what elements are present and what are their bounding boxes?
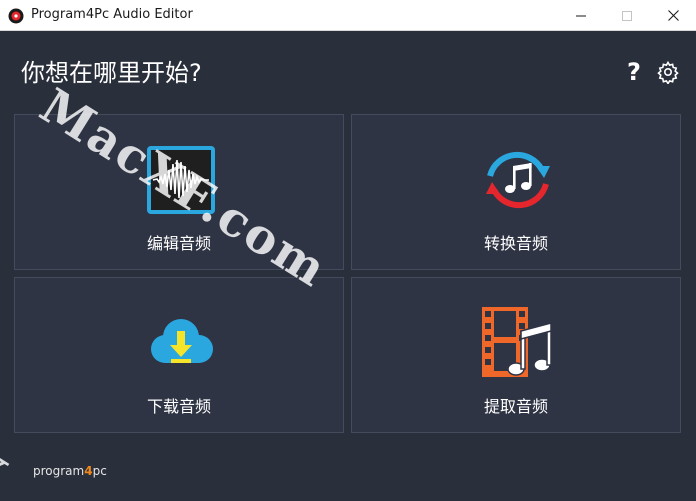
minimize-button[interactable] [558,0,604,31]
help-button[interactable]: ? [622,57,646,87]
waveform-icon [147,146,215,214]
help-icon: ? [627,58,641,86]
minimize-icon [576,15,586,16]
edit-audio-label: 编辑音频 [146,234,211,253]
download-audio-card[interactable]: 下载音频 [14,277,344,433]
convert-music-icon [486,151,550,209]
brand-prefix: program [33,464,85,478]
brand-digit: 4 [84,464,93,478]
convert-audio-label: 转换音频 [483,234,548,253]
download-audio-label: 下载音频 [146,397,211,416]
maximize-button[interactable] [604,0,650,31]
maximize-icon [622,10,632,21]
main-panel: 你想在哪里开始? ? 编辑音频 转换音频 下载音频 提取音频 [0,31,696,500]
page-title: 你想在哪里开始? [21,59,202,87]
convert-audio-card[interactable]: 转换音频 [351,114,681,270]
gear-icon [657,60,679,86]
close-button[interactable] [650,0,696,31]
extract-audio-card[interactable]: 提取音频 [351,277,681,433]
extract-audio-label: 提取音频 [483,397,548,416]
brand-logo: program4pc [33,464,107,478]
window-title: Program4Pc Audio Editor [31,7,193,22]
film-music-icon [482,307,552,377]
close-icon [667,10,679,21]
footer: program4pc [0,450,696,500]
cloud-download-icon [151,319,213,363]
settings-button[interactable] [656,60,680,86]
brand-suffix: pc [92,464,107,478]
edit-audio-card[interactable]: 编辑音频 [14,114,344,270]
title-bar: Program4Pc Audio Editor [0,0,696,31]
app-logo-icon [8,8,24,24]
